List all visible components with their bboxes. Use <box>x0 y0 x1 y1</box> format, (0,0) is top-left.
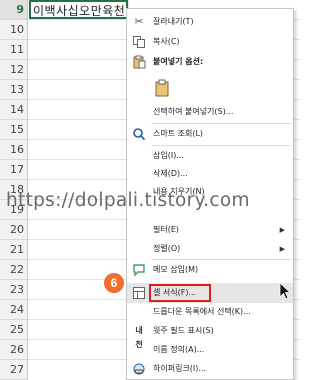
menu-item-sort[interactable]: 정렬(O) ▶ <box>127 239 293 259</box>
active-cell-value: 이백사십오만육천 <box>33 4 126 18</box>
row-header[interactable]: 14 <box>0 100 28 120</box>
menu-item-label: 정렬(O) <box>153 244 181 253</box>
row-header[interactable]: 10 <box>0 20 28 40</box>
menu-item-paste-special[interactable]: 선택하여 붙여넣기(S)... <box>127 102 293 122</box>
menu-item-copy[interactable]: 복사(C) <box>127 32 293 52</box>
row-header[interactable]: 9 <box>0 0 28 20</box>
paste-button-icon[interactable] <box>155 79 169 97</box>
menu-item-label: 삽입(I)... <box>153 151 184 160</box>
menu-item-label: 드롭다운 목록에서 선택(K)... <box>153 307 251 316</box>
row-header[interactable]: 13 <box>0 80 28 100</box>
row-header[interactable]: 12 <box>0 60 28 80</box>
step-number-badge: 6 <box>104 273 124 293</box>
copy-icon <box>132 35 146 49</box>
menu-item-label: 붙여넣기 옵션: <box>153 57 204 66</box>
menu-item-format-cells[interactable]: 셀 서식(F)... <box>127 283 293 303</box>
row-header[interactable]: 15 <box>0 120 28 140</box>
menu-item-label: 윗주 필드 표시(S) <box>153 326 214 335</box>
submenu-arrow-icon: ▶ <box>279 245 285 253</box>
menu-item-cut[interactable]: ✂ 잘라내기(T) <box>127 12 293 32</box>
phonetic-icon: 내천 <box>135 326 143 349</box>
row-header[interactable]: 17 <box>0 160 28 180</box>
watermark-text: https://dolpali.tistory.com <box>6 190 250 211</box>
row-header[interactable]: 11 <box>0 40 28 60</box>
row-header[interactable]: 24 <box>0 300 28 320</box>
menu-item-smart-lookup[interactable]: 스마트 조회(L) <box>127 124 293 144</box>
menu-item-label: 복사(C) <box>153 37 180 46</box>
scissors-icon: ✂ <box>134 15 144 28</box>
mouse-pointer-icon <box>279 282 291 300</box>
magnifier-icon <box>132 127 146 141</box>
menu-item-insert-comment[interactable]: 메모 삽입(M) <box>127 260 293 280</box>
comment-icon <box>132 263 146 277</box>
menu-item-insert[interactable]: 삽입(I)... <box>127 146 293 166</box>
row-header[interactable]: 16 <box>0 140 28 160</box>
menu-item-phonetic[interactable]: 내천 윗주 필드 표시(S) <box>127 321 293 349</box>
menu-item-pick-from-list[interactable]: 드롭다운 목록에서 선택(K)... <box>127 302 293 322</box>
menu-item-label: 선택하여 붙여넣기(S)... <box>153 107 234 116</box>
menu-item-filter[interactable]: 필터(E) ▶ <box>127 220 293 240</box>
highlight-box <box>149 284 211 302</box>
menu-item-label: 필터(E) <box>153 225 180 234</box>
row-header[interactable]: 27 <box>0 360 28 380</box>
menu-item-delete[interactable]: 삭제(D)... <box>127 164 293 184</box>
menu-item-hyperlink[interactable]: 하이퍼링크(I)... <box>127 359 293 379</box>
menu-item-label: 삭제(D)... <box>153 169 188 178</box>
clipboard-icon <box>132 55 146 69</box>
menu-item-define-name[interactable]: 이름 정의(A)... <box>127 340 293 360</box>
menu-item-label: 메모 삽입(M) <box>153 265 199 274</box>
menu-item-label: 하이퍼링크(I)... <box>153 364 207 373</box>
row-header[interactable]: 22 <box>0 260 28 280</box>
row-header[interactable]: 26 <box>0 340 28 360</box>
menu-item-label: 이름 정의(A)... <box>153 345 205 354</box>
row-header[interactable]: 23 <box>0 280 28 300</box>
hyperlink-icon <box>132 362 146 376</box>
submenu-arrow-icon: ▶ <box>279 226 285 234</box>
row-header[interactable]: 25 <box>0 320 28 340</box>
menu-item-label: 잘라내기(T) <box>153 17 194 26</box>
row-header[interactable]: 20 <box>0 220 28 240</box>
format-cells-icon <box>132 286 146 300</box>
menu-item-paste-options: 붙여넣기 옵션: <box>127 52 293 72</box>
row-header[interactable]: 21 <box>0 240 28 260</box>
menu-item-label: 스마트 조회(L) <box>153 129 204 138</box>
